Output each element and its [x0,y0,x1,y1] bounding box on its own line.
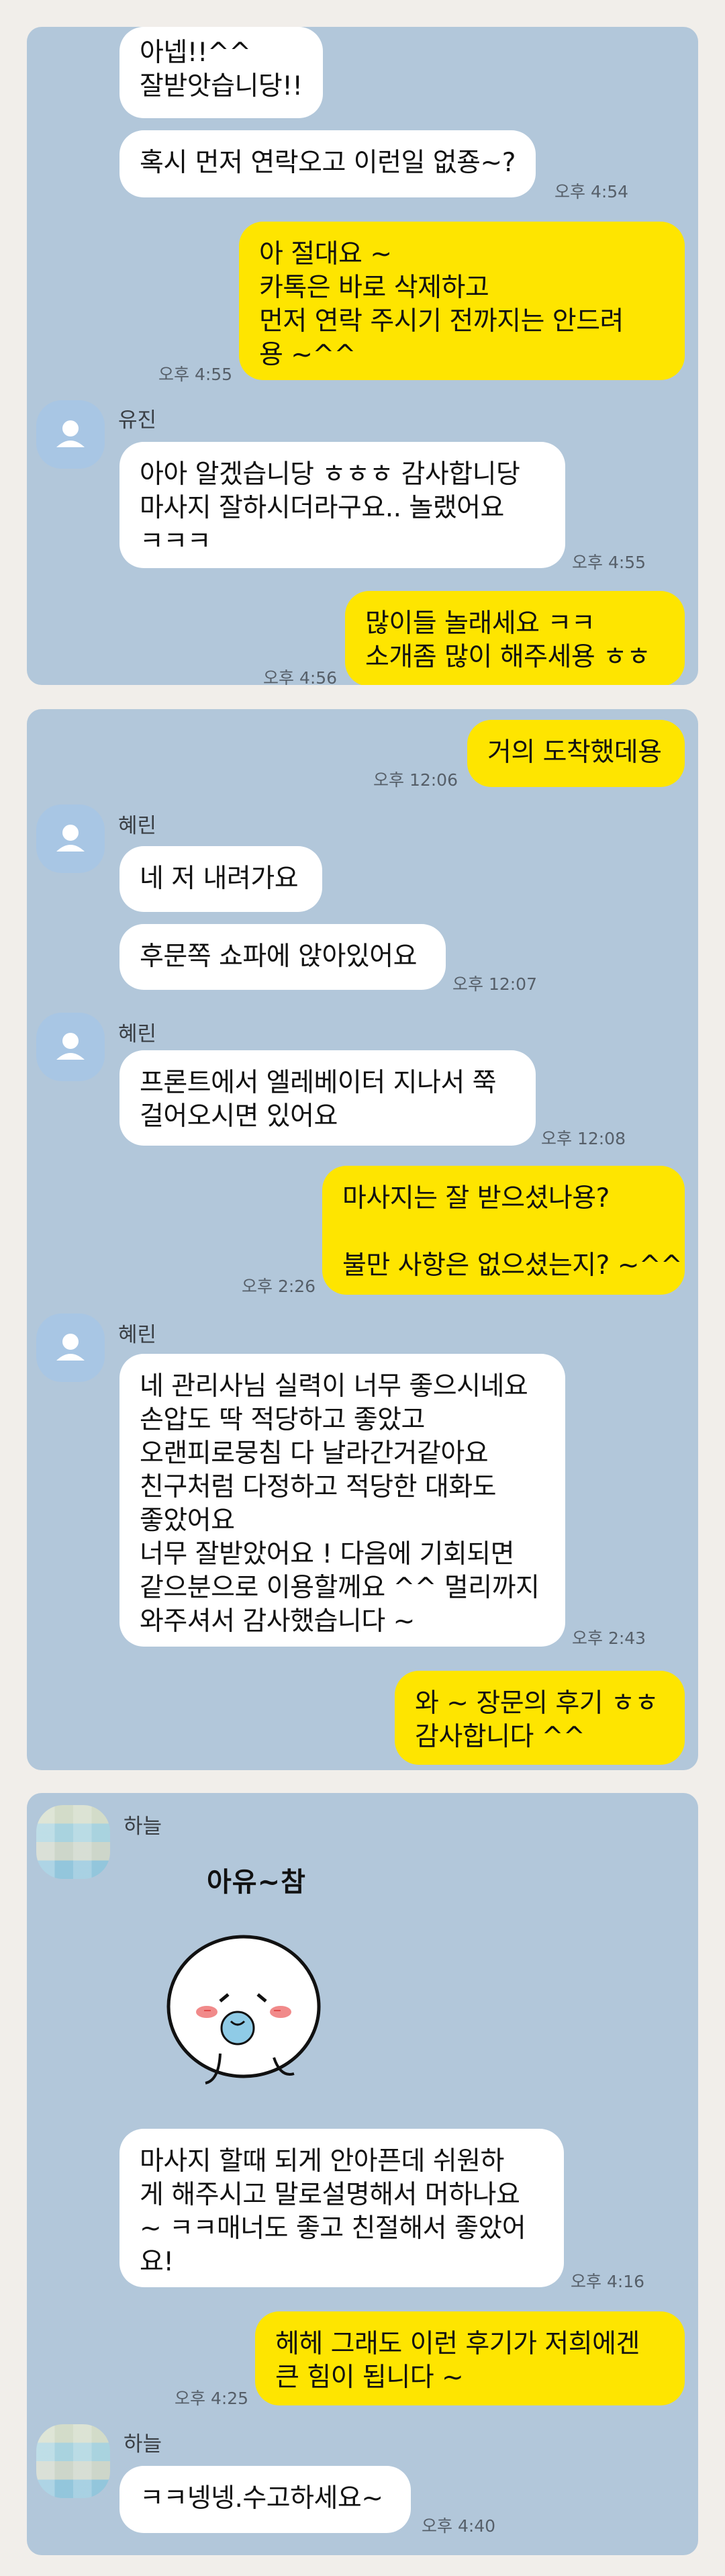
message-bubble[interactable]: 아아 알겠습니당 ㅎㅎㅎ 감사합니당 마사지 잘하시더라구요.. 놀랬어요 ㅋㅋ… [119,442,565,568]
message-bubble[interactable]: 마사지는 잘 받으셨나용? 불만 사항은 없으셨는지? ~^^ [322,1166,685,1295]
message-bubble[interactable]: 헤헤 그래도 이런 후기가 저희에겐 큰 힘이 됩니다 ~ [255,2311,685,2405]
message-bubble[interactable]: 네 저 내려가요 [119,846,322,912]
avatar[interactable] [36,1805,110,1879]
chat-panel-2: 거의 도착했데용 오후 12:06 혜린 네 저 내려가요 후문쪽 쇼파에 앉아… [27,709,698,1770]
message-time: 오후 4:55 [158,365,233,384]
sender-name: 혜린 [118,1022,157,1046]
person-icon [56,1033,85,1060]
message-time: 오후 2:26 [242,1277,316,1296]
message-time: 오후 4:56 [263,668,338,685]
sticker-caption: 아유~참 [207,1867,306,1898]
message-bubble[interactable]: 프론트에서 엘레베이터 지나서 쭉 걸어오시면 있어요 [119,1050,536,1146]
chat-panel-3: 하늘 아유~참 마사지 할때 되게 안아픈데 쉬원하 게 해주시고 말로설명해서… [27,1793,698,2555]
sender-name: 하늘 [124,1814,162,1839]
sender-name: 유진 [118,408,157,432]
message-bubble[interactable]: 혹시 먼저 연락오고 이런일 없죵~? [119,130,536,197]
avatar[interactable] [36,1314,105,1382]
message-time: 오후 12:07 [452,974,537,994]
person-icon [56,1334,85,1361]
message-bubble[interactable]: 와 ~ 장문의 후기 ㅎㅎ 감사합니다 ^^ [395,1671,685,1765]
sender-name: 하늘 [124,2432,162,2456]
message-time: 오후 12:06 [373,770,458,790]
message-bubble[interactable]: 네 관리사님 실력이 너무 좋으시네요 손압도 딱 적당하고 좋았고 오랜피로뭉… [119,1354,565,1647]
avatar[interactable] [36,2424,110,2498]
sender-name: 혜린 [118,814,157,838]
message-bubble[interactable]: 후문쪽 쇼파에 앉아있어요 [119,924,446,990]
message-bubble[interactable]: 많이들 놀래세요 ㅋㅋ 소개좀 많이 해주세용 ㅎㅎ [345,591,685,685]
avatar[interactable] [36,804,105,873]
message-time: 오후 4:55 [572,553,646,572]
message-time: 오후 4:25 [175,2389,249,2408]
message-time: 오후 4:54 [554,182,629,201]
sticker[interactable]: 아유~참 [140,1852,368,2094]
person-icon [56,825,85,852]
message-bubble[interactable]: 마사지 할때 되게 안아픈데 쉬원하 게 해주시고 말로설명해서 머하나요 ~ … [119,2129,564,2287]
message-bubble[interactable]: 아넵!!^^ 잘받앗습니당!! [119,27,323,118]
message-time: 오후 4:40 [422,2516,496,2536]
message-bubble[interactable]: ㅋㅋ넹넹.수고하세요~ [119,2466,411,2533]
message-bubble[interactable]: 거의 도착했데용 [467,720,685,787]
avatar[interactable] [36,400,105,469]
message-time: 오후 2:43 [572,1628,646,1648]
message-time: 오후 4:16 [571,2272,645,2291]
avatar[interactable] [36,1013,105,1081]
chat-panel-1: 아넵!!^^ 잘받앗습니당!! 혹시 먼저 연락오고 이런일 없죵~? 오후 4… [27,27,698,685]
sender-name: 혜린 [118,1323,157,1347]
message-time: 오후 12:08 [541,1129,626,1148]
message-bubble[interactable]: 아 절대요 ~ 카톡은 바로 삭제하고 먼저 연락 주시기 전까지는 안드려 용… [239,222,685,380]
person-icon [56,420,85,447]
